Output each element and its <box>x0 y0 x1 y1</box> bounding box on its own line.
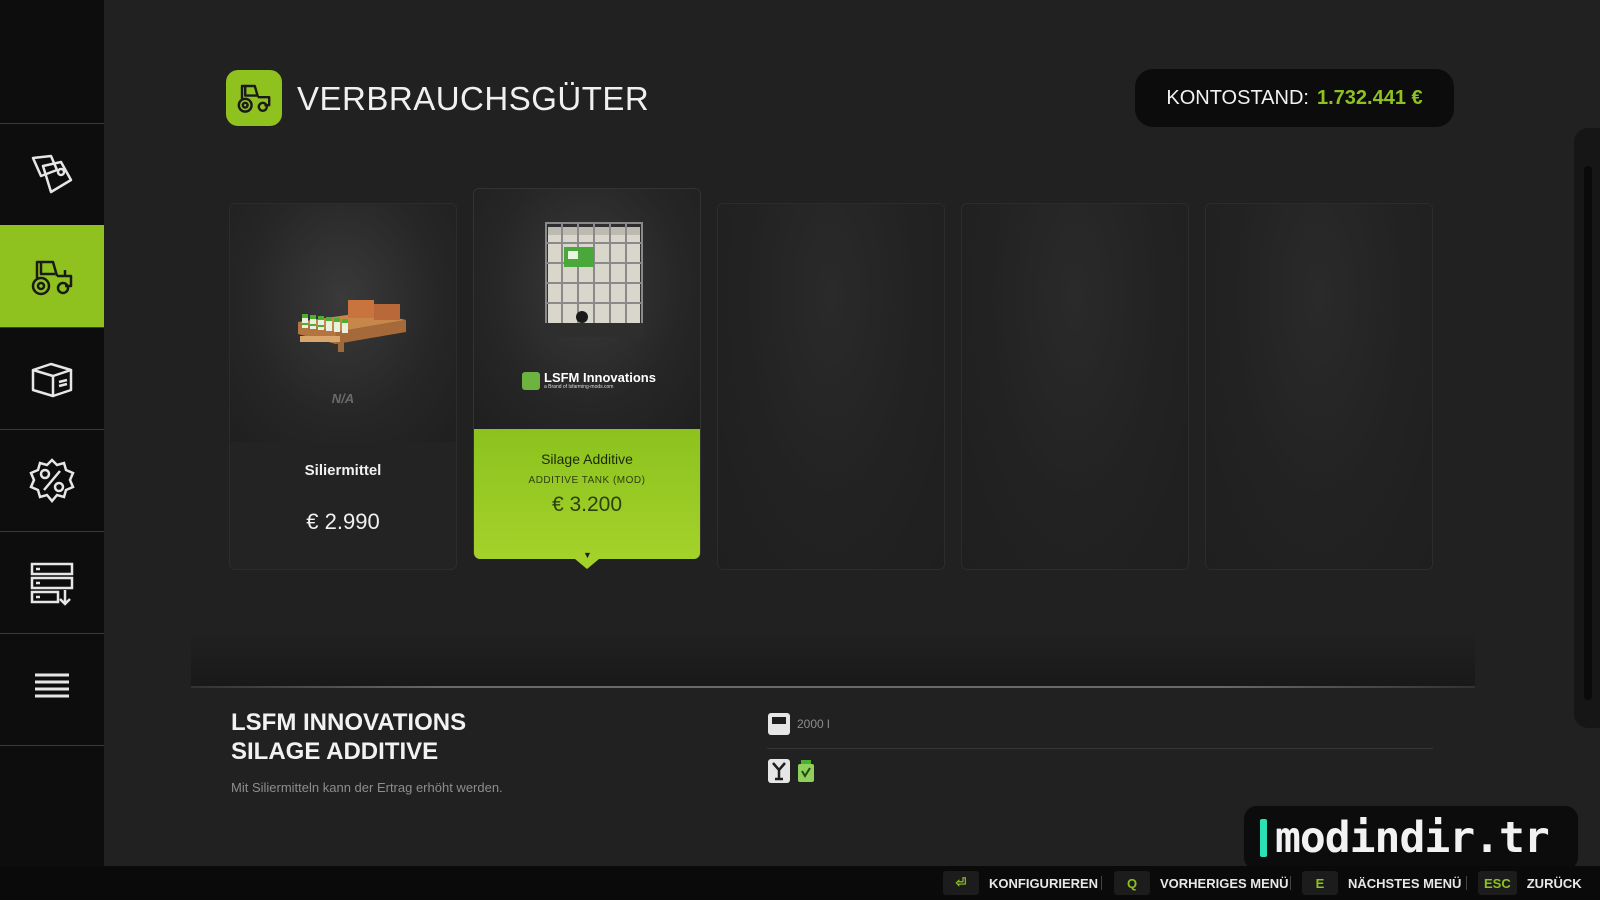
hint-label: VORHERIGES MENÜ <box>1160 875 1289 891</box>
hint-separator <box>1101 876 1102 890</box>
input-hints-bar: ⏎ KONFIGURIEREN Q VORHERIGES MENÜ E NÄCH… <box>0 866 1600 900</box>
lsfm-logo-icon <box>522 371 540 390</box>
sidebar-item-tags[interactable] <box>0 123 104 225</box>
page-title-icon <box>226 70 282 126</box>
item-description: Mit Siliermitteln kann der Ertrag erhöht… <box>231 780 503 795</box>
box-icon <box>31 362 73 397</box>
shop-item-card[interactable]: N/A Siliermittel € 2.990 <box>229 203 457 570</box>
sidebar <box>0 0 112 866</box>
spec-capacity: 2000 l <box>767 712 830 736</box>
item-price: € 3.200 <box>551 493 623 516</box>
hint-next-menu[interactable]: E NÄCHSTES MENÜ <box>1302 866 1461 900</box>
item-price: € 2.990 <box>306 509 380 534</box>
price-tags-icon <box>31 154 73 193</box>
detail-title-line1: LSFM INNOVATIONS <box>231 709 467 736</box>
esc-key-icon: ESC <box>1478 871 1517 895</box>
item-detail-title: LSFM INNOVATIONS SILAGE ADDITIVE <box>231 708 466 766</box>
sidebar-item-sales[interactable] <box>0 429 104 531</box>
pallet-product-image <box>298 300 406 352</box>
list-icon <box>35 673 69 697</box>
capacity-icon <box>768 713 790 735</box>
item-name: Silage Additive <box>541 451 633 467</box>
q-key-icon: Q <box>1114 871 1150 895</box>
hint-configure[interactable]: ⏎ KONFIGURIEREN <box>943 866 1098 900</box>
watermark-text: modindir.tr <box>1275 813 1550 863</box>
fill-type-icon <box>768 759 790 783</box>
item-name: Siliermittel <box>304 462 382 479</box>
empty-item-slot <box>961 203 1189 570</box>
watermark-bar <box>1260 819 1267 857</box>
scrollbar-thumb[interactable] <box>1584 166 1592 700</box>
divider-shadow <box>191 630 1475 686</box>
spec-divider <box>767 748 1433 749</box>
percent-icon <box>29 457 75 503</box>
spec-fill-types <box>767 758 815 784</box>
sidebar-item-storage[interactable] <box>0 531 104 633</box>
detail-title-line2: SILAGE ADDITIVE <box>231 738 439 765</box>
hint-label: NÄCHSTES MENÜ <box>1348 875 1462 891</box>
empty-item-slot <box>717 203 945 570</box>
page-title: VERBRAUCHSGÜTER <box>297 80 650 117</box>
empty-item-slot <box>1205 203 1433 570</box>
shop-item-card-selected[interactable]: LSFM Innovations a Brand of lsfarming-mo… <box>473 188 701 569</box>
item-image-area: N/A <box>230 204 456 442</box>
hint-separator <box>1290 876 1291 890</box>
section-divider <box>191 686 1475 688</box>
balance-label: KONTOSTAND: <box>1166 86 1309 109</box>
silage-additive-icon <box>798 760 814 782</box>
balance-value: 1.732.441 € <box>1316 86 1423 109</box>
ibc-tank-image <box>544 222 644 337</box>
brand-logo: LSFM Innovations a Brand of lsfarming-mo… <box>522 371 656 390</box>
enter-key-icon: ⏎ <box>943 871 979 895</box>
item-subtitle: ADDITIVE TANK (MOD) <box>528 475 646 486</box>
hint-label: ZURÜCK <box>1526 875 1582 891</box>
tractor-icon <box>237 84 271 113</box>
sidebar-item-vehicles[interactable] <box>0 225 112 327</box>
sidebar-item-list[interactable] <box>0 633 104 735</box>
brand-tagline: a Brand of lsfarming-mods.com <box>544 384 614 390</box>
item-image-area: LSFM Innovations a Brand of lsfarming-mo… <box>474 189 700 429</box>
hint-previous-menu[interactable]: Q VORHERIGES MENÜ <box>1114 866 1289 900</box>
availability-label: N/A <box>331 391 355 406</box>
watermark: modindir.tr <box>1243 805 1579 871</box>
hint-back[interactable]: ESC ZURÜCK <box>1478 866 1582 900</box>
tractor-icon <box>31 260 73 295</box>
account-balance: KONTOSTAND: 1.732.441 € <box>1135 69 1454 127</box>
e-key-icon: E <box>1302 871 1338 895</box>
hint-separator <box>1466 876 1467 890</box>
chevron-down-icon: ▼ <box>583 550 592 560</box>
hint-label: KONFIGURIEREN <box>989 875 1099 891</box>
brand-name: LSFM Innovations <box>544 370 656 385</box>
capacity-value: 2000 l <box>797 717 830 731</box>
sidebar-item-packages[interactable] <box>0 327 104 429</box>
sidebar-divider <box>0 745 104 746</box>
storage-rack-icon <box>30 562 74 606</box>
